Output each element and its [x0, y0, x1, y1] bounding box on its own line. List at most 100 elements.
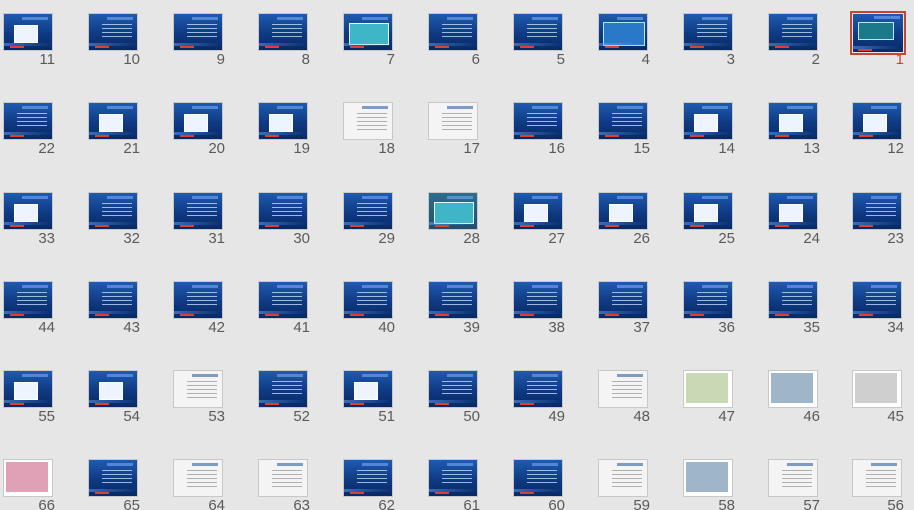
- slide-thumbnail-30[interactable]: 30: [258, 192, 310, 247]
- slide-preview[interactable]: [173, 281, 223, 319]
- slide-thumbnail-23[interactable]: 23: [852, 192, 904, 247]
- slide-thumbnail-14[interactable]: 14: [683, 102, 735, 157]
- slide-thumbnail-7[interactable]: 7: [343, 13, 395, 68]
- slide-thumbnail-9[interactable]: 9: [173, 13, 225, 68]
- slide-thumbnail-13[interactable]: 13: [768, 102, 820, 157]
- slide-preview[interactable]: [852, 459, 902, 497]
- slide-preview[interactable]: [598, 370, 648, 408]
- slide-thumbnail-10[interactable]: 10: [88, 13, 140, 68]
- slide-thumbnail-18[interactable]: 18: [343, 102, 395, 157]
- slide-preview[interactable]: [88, 102, 138, 140]
- slide-preview[interactable]: [428, 370, 478, 408]
- slide-thumbnail-39[interactable]: 39: [428, 281, 480, 336]
- slide-preview[interactable]: [88, 459, 138, 497]
- slide-preview[interactable]: [428, 13, 478, 51]
- slide-preview[interactable]: [683, 192, 733, 230]
- slide-thumbnail-5[interactable]: 5: [513, 13, 565, 68]
- slide-preview[interactable]: [258, 192, 308, 230]
- slide-thumbnail-20[interactable]: 20: [173, 102, 225, 157]
- slide-thumbnail-28[interactable]: 28: [428, 192, 480, 247]
- slide-preview[interactable]: [513, 370, 563, 408]
- slide-preview[interactable]: [428, 102, 478, 140]
- slide-preview[interactable]: [173, 13, 223, 51]
- slide-preview[interactable]: [88, 192, 138, 230]
- slide-preview[interactable]: [683, 102, 733, 140]
- slide-preview[interactable]: [258, 281, 308, 319]
- slide-thumbnail-22[interactable]: 22: [3, 102, 55, 157]
- slide-preview[interactable]: [852, 102, 902, 140]
- slide-thumbnail-29[interactable]: 29: [343, 192, 395, 247]
- slide-thumbnail-65[interactable]: 65: [88, 459, 140, 510]
- slide-thumbnail-27[interactable]: 27: [513, 192, 565, 247]
- slide-thumbnail-60[interactable]: 60: [513, 459, 565, 510]
- slide-preview[interactable]: [428, 281, 478, 319]
- slide-thumbnail-3[interactable]: 3: [683, 13, 735, 68]
- slide-preview[interactable]: [598, 459, 648, 497]
- slide-preview[interactable]: [513, 281, 563, 319]
- slide-thumbnail-52[interactable]: 52: [258, 370, 310, 425]
- slide-preview[interactable]: [683, 281, 733, 319]
- slide-thumbnail-48[interactable]: 48: [598, 370, 650, 425]
- slide-preview[interactable]: [683, 13, 733, 51]
- slide-preview[interactable]: [683, 370, 733, 408]
- slide-thumbnail-38[interactable]: 38: [513, 281, 565, 336]
- slide-preview[interactable]: [3, 192, 53, 230]
- slide-thumbnail-58[interactable]: 58: [683, 459, 735, 510]
- slide-preview[interactable]: [258, 13, 308, 51]
- slide-thumbnail-42[interactable]: 42: [173, 281, 225, 336]
- slide-thumbnail-64[interactable]: 64: [173, 459, 225, 510]
- slide-thumbnail-56[interactable]: 56: [852, 459, 904, 510]
- slide-preview[interactable]: [768, 281, 818, 319]
- slide-preview[interactable]: [428, 459, 478, 497]
- slide-preview[interactable]: [173, 192, 223, 230]
- slide-thumbnail-40[interactable]: 40: [343, 281, 395, 336]
- slide-preview[interactable]: [3, 459, 53, 497]
- slide-thumbnail-19[interactable]: 19: [258, 102, 310, 157]
- slide-preview[interactable]: [173, 459, 223, 497]
- slide-preview[interactable]: [3, 281, 53, 319]
- slide-thumbnail-6[interactable]: 6: [428, 13, 480, 68]
- slide-thumbnail-50[interactable]: 50: [428, 370, 480, 425]
- slide-preview[interactable]: [768, 192, 818, 230]
- slide-preview[interactable]: [598, 102, 648, 140]
- slide-preview[interactable]: [258, 102, 308, 140]
- slide-preview[interactable]: [513, 102, 563, 140]
- slide-thumbnail-55[interactable]: 55: [3, 370, 55, 425]
- slide-thumbnail-11[interactable]: 11: [3, 13, 55, 68]
- slide-thumbnail-4[interactable]: 4: [598, 13, 650, 68]
- slide-thumbnail-26[interactable]: 26: [598, 192, 650, 247]
- slide-thumbnail-37[interactable]: 37: [598, 281, 650, 336]
- slide-preview[interactable]: [88, 281, 138, 319]
- slide-preview[interactable]: [513, 192, 563, 230]
- slide-thumbnail-24[interactable]: 24: [768, 192, 820, 247]
- slide-preview[interactable]: [513, 459, 563, 497]
- slide-preview[interactable]: [852, 370, 902, 408]
- slide-preview[interactable]: [258, 459, 308, 497]
- slide-thumbnail-46[interactable]: 46: [768, 370, 820, 425]
- slide-preview[interactable]: [513, 13, 563, 51]
- slide-preview[interactable]: [343, 102, 393, 140]
- slide-preview[interactable]: [343, 192, 393, 230]
- slide-preview[interactable]: [3, 370, 53, 408]
- slide-thumbnail-2[interactable]: 2: [768, 13, 820, 68]
- slide-thumbnail-51[interactable]: 51: [343, 370, 395, 425]
- slide-thumbnail-33[interactable]: 33: [3, 192, 55, 247]
- slide-preview[interactable]: [683, 459, 733, 497]
- slide-preview[interactable]: [598, 281, 648, 319]
- slide-preview[interactable]: [343, 459, 393, 497]
- slide-thumbnail-59[interactable]: 59: [598, 459, 650, 510]
- slide-preview[interactable]: [852, 192, 902, 230]
- slide-thumbnail-49[interactable]: 49: [513, 370, 565, 425]
- slide-thumbnail-45[interactable]: 45: [852, 370, 904, 425]
- slide-preview[interactable]: [88, 13, 138, 51]
- slide-thumbnail-8[interactable]: 8: [258, 13, 310, 68]
- slide-thumbnail-15[interactable]: 15: [598, 102, 650, 157]
- slide-thumbnail-36[interactable]: 36: [683, 281, 735, 336]
- slide-preview[interactable]: [343, 370, 393, 408]
- slide-preview[interactable]: [343, 13, 393, 51]
- slide-preview[interactable]: [173, 370, 223, 408]
- slide-thumbnail-61[interactable]: 61: [428, 459, 480, 510]
- slide-preview[interactable]: [598, 13, 648, 51]
- slide-preview[interactable]: [852, 281, 902, 319]
- slide-thumbnail-17[interactable]: 17: [428, 102, 480, 157]
